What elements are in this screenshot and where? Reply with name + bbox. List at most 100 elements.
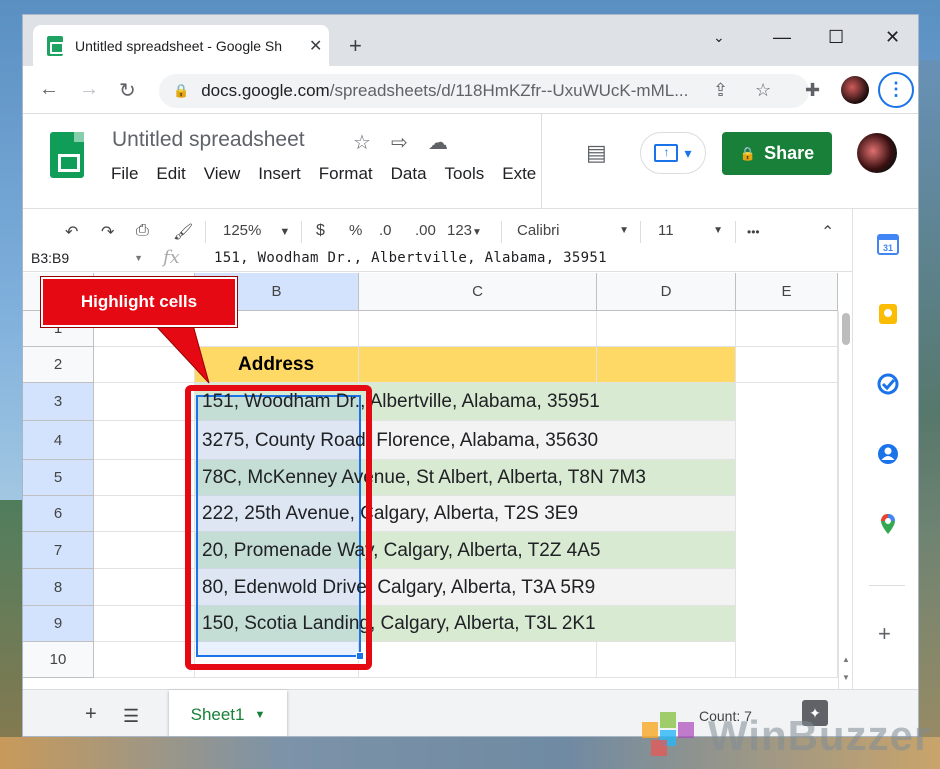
calendar-icon[interactable]: 31 [877, 233, 899, 255]
url-host: docs.google.com [201, 81, 330, 100]
undo-icon[interactable]: ↶ [65, 222, 78, 242]
collapse-toolbar-icon[interactable]: ⌃ [821, 222, 834, 242]
new-tab-icon[interactable]: + [349, 33, 362, 59]
comment-history-icon[interactable]: ▤ [586, 140, 607, 166]
keep-icon[interactable] [877, 303, 899, 325]
browser-tab[interactable]: Untitled spreadsheet - Google Sh ✕ [33, 25, 329, 66]
paint-format-icon[interactable]: 🖌 [173, 222, 193, 242]
menu-tools[interactable]: Tools [445, 164, 485, 184]
maximize-icon[interactable]: ☐ [828, 27, 844, 48]
cell-a9[interactable] [94, 606, 195, 642]
name-box[interactable]: B3:B9 ▼ [31, 250, 143, 266]
all-sheets-icon[interactable]: ☰ [123, 706, 139, 727]
scroll-down-icon[interactable]: ▼ [842, 673, 850, 682]
profile-avatar-small[interactable] [841, 76, 869, 104]
cell-a8[interactable] [94, 569, 195, 606]
bookmark-star-icon[interactable]: ☆ [755, 80, 771, 101]
cloud-status-icon[interactable]: ☁ [428, 130, 448, 155]
row-header-9[interactable]: 9 [23, 606, 94, 642]
present-icon: ↑ [654, 144, 679, 162]
menu-extensions[interactable]: Exte [502, 164, 536, 184]
share-page-icon[interactable]: ⇪ [713, 80, 728, 101]
row-header-3[interactable]: 3 [23, 383, 94, 421]
address-bar[interactable]: 🔒 docs.google.com/spreadsheets/d/118HmKZ… [159, 74, 809, 108]
cell-d1[interactable] [597, 311, 736, 347]
menu-file[interactable]: File [111, 164, 138, 184]
currency-format-button[interactable]: $ [316, 222, 325, 240]
window-close-icon[interactable]: ✕ [885, 27, 900, 48]
zoom-select[interactable]: 125% ▼ [223, 222, 290, 239]
row-header-8[interactable]: 8 [23, 569, 94, 606]
share-button[interactable]: 🔒 Share [722, 132, 832, 175]
star-icon[interactable]: ☆ [353, 130, 371, 155]
scroll-up-icon[interactable]: ▲ [842, 655, 850, 664]
cell-c2[interactable] [359, 347, 597, 383]
cell-e2[interactable] [736, 347, 838, 383]
column-e-cells[interactable] [736, 383, 838, 678]
row-header-4[interactable]: 4 [23, 421, 94, 460]
toolbar-divider [301, 221, 302, 243]
cell-a4[interactable] [94, 421, 195, 460]
column-header-c[interactable]: C [359, 273, 597, 311]
cell-e1[interactable] [736, 311, 838, 347]
menu-view[interactable]: View [204, 164, 241, 184]
minimize-icon[interactable]: — [773, 27, 791, 48]
present-button[interactable]: ↑ ▾ [640, 132, 706, 174]
tab-close-icon[interactable]: ✕ [309, 36, 322, 56]
formula-input[interactable]: 151, Woodham Dr., Albertville, Alabama, … [214, 250, 607, 266]
add-sheet-icon[interactable]: + [85, 703, 97, 726]
tasks-icon[interactable] [877, 373, 899, 395]
more-formats-button[interactable]: 123▼ [447, 222, 482, 239]
name-box-value: B3:B9 [31, 250, 70, 266]
maps-icon[interactable] [877, 513, 899, 535]
sheet-tab-label: Sheet1 [190, 704, 245, 724]
cell-c10[interactable] [359, 642, 597, 678]
cell-a6[interactable] [94, 496, 195, 532]
lock-icon[interactable]: 🔒 [173, 83, 189, 99]
decrease-decimal-button[interactable]: .0 [379, 222, 392, 239]
url-text[interactable]: docs.google.com/spreadsheets/d/118HmKZfr… [201, 81, 701, 101]
document-title[interactable]: Untitled spreadsheet [112, 128, 305, 152]
cell-a7[interactable] [94, 532, 195, 569]
menu-format[interactable]: Format [319, 164, 373, 184]
account-avatar[interactable] [857, 133, 897, 173]
column-header-d[interactable]: D [597, 273, 736, 311]
row-header-6[interactable]: 6 [23, 496, 94, 532]
cell-d2[interactable] [597, 347, 736, 383]
row-header-5[interactable]: 5 [23, 460, 94, 496]
cell-c1[interactable] [359, 311, 597, 347]
more-formats-label: 123 [447, 222, 473, 239]
font-select[interactable]: Calibri ▼ [517, 222, 629, 239]
contacts-icon[interactable] [877, 443, 899, 465]
row-header-10[interactable]: 10 [23, 642, 94, 678]
row-header-2[interactable]: 2 [23, 347, 94, 383]
font-size-select[interactable]: 11 ▼ [658, 222, 723, 239]
back-icon[interactable]: ← [39, 78, 59, 101]
add-addon-icon[interactable]: + [878, 621, 891, 647]
chrome-menu-icon[interactable]: ⋮ [878, 72, 914, 108]
cell-a5[interactable] [94, 460, 195, 496]
cell-d10[interactable] [597, 642, 736, 678]
sheets-header: Untitled spreadsheet ☆ ⇨ ☁ File Edit Vie… [23, 114, 918, 209]
redo-icon[interactable]: ↷ [101, 222, 114, 242]
cell-a10[interactable] [94, 642, 195, 678]
reload-icon[interactable]: ↻ [119, 78, 136, 103]
print-icon[interactable]: ⎙ [136, 222, 149, 240]
menu-edit[interactable]: Edit [156, 164, 185, 184]
sheets-logo-icon[interactable] [50, 132, 84, 178]
lock-icon: 🔒 [739, 145, 757, 161]
extensions-icon[interactable]: ✚ [805, 80, 820, 101]
tab-search-icon[interactable]: ⌄ [713, 29, 725, 46]
more-toolbar-button[interactable]: ••• [747, 225, 760, 239]
menu-insert[interactable]: Insert [258, 164, 301, 184]
sheet-tab-sheet1[interactable]: Sheet1 ▼ [169, 690, 287, 736]
vertical-scrollbar[interactable]: ▲ ▼ [838, 311, 852, 689]
vertical-scroll-thumb[interactable] [842, 313, 850, 345]
column-header-e[interactable]: E [736, 273, 838, 311]
row-header-7[interactable]: 7 [23, 532, 94, 569]
percent-format-button[interactable]: % [349, 222, 362, 239]
forward-icon[interactable]: → [79, 78, 99, 101]
move-folder-icon[interactable]: ⇨ [391, 130, 408, 155]
increase-decimal-button[interactable]: .00 [415, 222, 436, 239]
menu-data[interactable]: Data [391, 164, 427, 184]
